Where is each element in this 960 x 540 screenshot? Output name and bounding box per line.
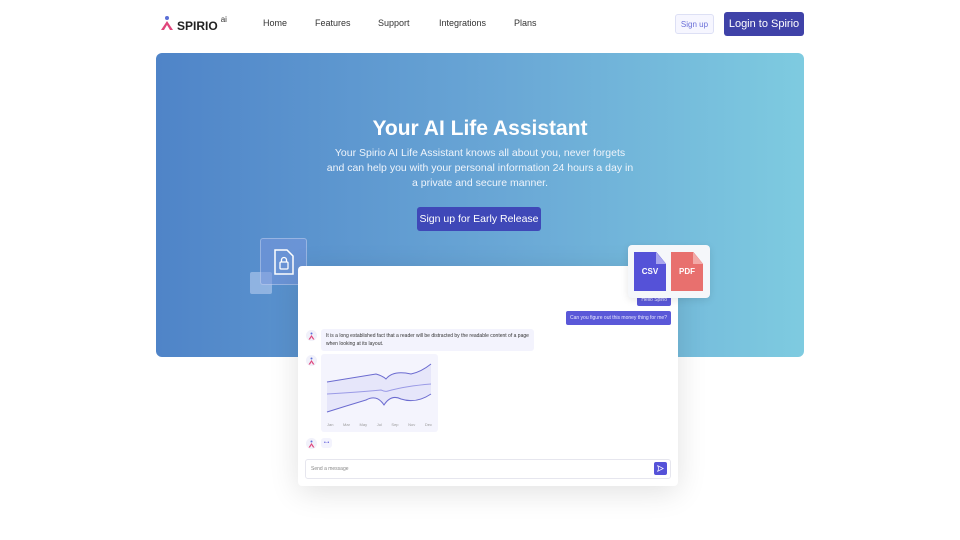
assistant-avatar (306, 330, 317, 341)
user-message: Can you figure out this money thing for … (566, 311, 671, 325)
csv-file-icon: CSV (634, 252, 666, 291)
send-button[interactable] (654, 462, 667, 475)
spirio-logo-icon (308, 332, 315, 339)
send-icon (657, 465, 664, 472)
csv-fold (656, 252, 666, 264)
nav-support[interactable]: Support (378, 18, 410, 28)
file-types-card: CSV PDF (628, 245, 710, 298)
month-label: Dec (424, 422, 432, 427)
month-label: Jan (327, 422, 334, 427)
chart-bubble: Jan Mar May Jul Sep Nov Dec (321, 354, 438, 432)
logo-text: SPIRIO (177, 19, 218, 33)
month-label: Sep (391, 422, 399, 427)
spirio-logo-icon (161, 16, 173, 30)
nav-features[interactable]: Features (315, 18, 351, 28)
top-nav: SPIRIO ai Home Features Support Integrati… (0, 0, 960, 48)
typing-indicator: •·• (321, 438, 333, 448)
login-button[interactable]: Login to Spirio (724, 12, 804, 36)
early-release-button[interactable]: Sign up for Early Release (417, 207, 541, 231)
hero-subtitle: Your Spirio AI Life Assistant knows all … (326, 147, 634, 189)
message-placeholder: Send a message (311, 466, 349, 472)
locked-document-icon (273, 248, 294, 275)
assistant-avatar (306, 355, 317, 366)
pdf-fold (693, 252, 703, 264)
hero-title: Your AI Life Assistant (372, 117, 588, 140)
chart-x-labels: Jan Mar May Jul Sep Nov Dec (327, 422, 432, 427)
spirio-logo-icon (308, 440, 315, 447)
month-label: Nov (408, 422, 416, 427)
assistant-message: It is a long established fact that a rea… (321, 329, 534, 351)
nav-plans[interactable]: Plans (514, 18, 537, 28)
signup-button[interactable]: Sign up (675, 14, 714, 34)
nav-integrations[interactable]: Integrations (439, 18, 486, 28)
assistant-avatar (306, 438, 317, 449)
nav-home[interactable]: Home (263, 18, 287, 28)
chat-preview: Hello Spirio Can you figure out this mon… (298, 266, 678, 486)
month-label: Jul (376, 422, 382, 427)
pdf-file-icon: PDF (671, 252, 703, 291)
month-label: Mar (343, 422, 350, 427)
spirio-logo-icon (308, 357, 315, 364)
logo[interactable]: SPIRIO ai (160, 15, 227, 33)
month-label: May (359, 422, 368, 427)
logo-suffix: ai (220, 15, 227, 24)
message-input[interactable]: Send a message (305, 459, 671, 479)
trend-chart (326, 363, 432, 413)
